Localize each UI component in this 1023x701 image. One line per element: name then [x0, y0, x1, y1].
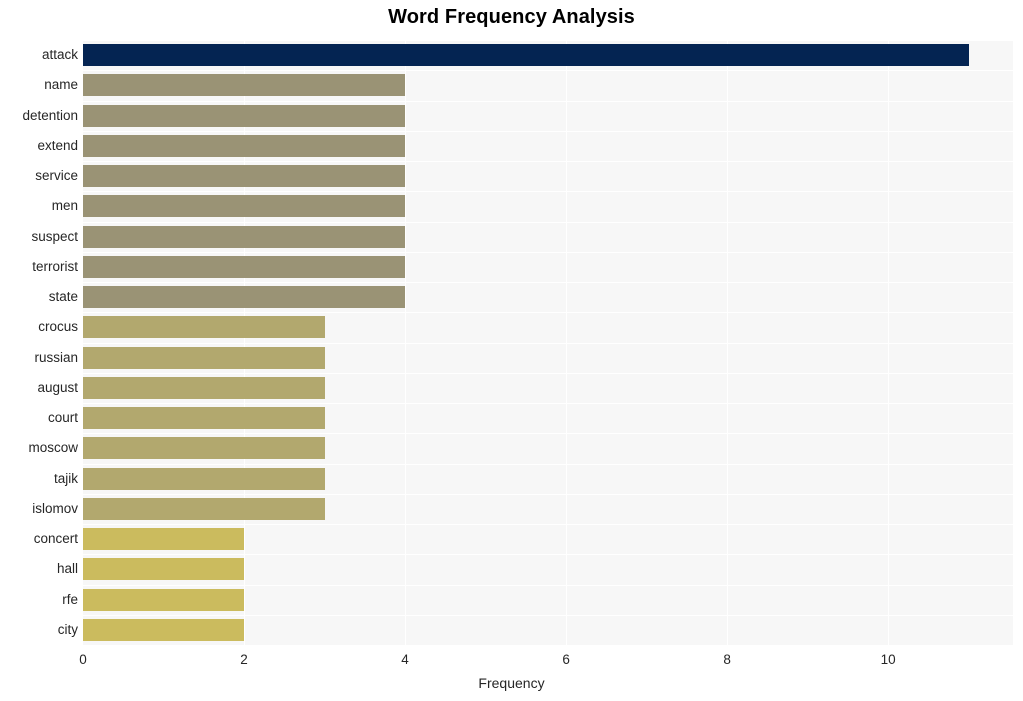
bar[interactable]	[83, 286, 406, 309]
bar[interactable]	[83, 346, 325, 369]
bar[interactable]	[83, 134, 406, 157]
gridline-horizontal	[83, 161, 1013, 162]
bar[interactable]	[83, 195, 406, 218]
y-axis-tick-label: islomov	[32, 500, 78, 516]
bar[interactable]	[83, 558, 245, 581]
bar[interactable]	[83, 376, 325, 399]
y-axis-tick-label: russian	[34, 349, 78, 365]
gridline-horizontal	[83, 252, 1013, 253]
gridline-horizontal	[83, 433, 1013, 434]
y-axis-tick-label: name	[44, 77, 78, 93]
gridline-horizontal	[83, 101, 1013, 102]
gridline-horizontal	[83, 131, 1013, 132]
chart-title: Word Frequency Analysis	[388, 6, 635, 28]
bar[interactable]	[83, 588, 245, 611]
bar[interactable]	[83, 74, 406, 97]
y-axis-tick-label: tajik	[53, 470, 78, 486]
x-axis-tick-label: 2	[240, 652, 248, 667]
bar[interactable]	[83, 316, 325, 339]
gridline-horizontal	[83, 40, 1013, 41]
gridline-horizontal	[83, 554, 1013, 555]
gridline-horizontal	[83, 312, 1013, 313]
y-axis-tick-label: terrorist	[32, 258, 78, 274]
y-axis-tick-label: suspect	[31, 228, 78, 244]
y-axis-tick-labels: attack name detention extend service men suspe…	[0, 40, 78, 645]
bar[interactable]	[83, 255, 406, 278]
x-axis-tick-label: 6	[562, 652, 570, 667]
y-axis-tick-label: rfe	[62, 591, 78, 607]
y-axis-tick-label: concert	[33, 531, 78, 547]
x-axis-tick-labels: 0 2 4 6 8 10	[0, 652, 1023, 672]
bar[interactable]	[83, 467, 325, 490]
y-axis-tick-label: court	[47, 410, 78, 426]
bar[interactable]	[83, 225, 406, 248]
y-axis-tick-label: extend	[37, 137, 78, 153]
y-axis-tick-label: august	[37, 379, 78, 395]
y-axis-tick-label: state	[48, 289, 78, 305]
gridline-horizontal	[83, 373, 1013, 374]
y-axis-tick-label: city	[57, 621, 78, 637]
bar[interactable]	[83, 497, 325, 520]
y-axis-tick-label: detention	[22, 107, 78, 123]
y-axis-tick-label: crocus	[38, 319, 78, 335]
y-axis-tick-label: hall	[56, 561, 78, 577]
gridline-horizontal	[83, 282, 1013, 283]
gridline-horizontal	[83, 464, 1013, 465]
bar[interactable]	[83, 44, 969, 67]
y-axis-tick-label: men	[51, 198, 78, 214]
y-axis-tick-label: service	[35, 168, 78, 184]
gridline-horizontal	[83, 645, 1013, 646]
bar[interactable]	[83, 104, 406, 127]
gridline-horizontal	[83, 70, 1013, 71]
y-axis-tick-label: moscow	[28, 440, 78, 456]
bar[interactable]	[83, 407, 325, 430]
gridline-horizontal	[83, 615, 1013, 616]
gridline-horizontal	[83, 343, 1013, 344]
bar[interactable]	[83, 618, 245, 641]
gridline-horizontal	[83, 403, 1013, 404]
gridline-horizontal	[83, 191, 1013, 192]
gridline-horizontal	[83, 524, 1013, 525]
x-axis-tick-label: 10	[880, 652, 896, 667]
x-axis-label: Frequency	[478, 675, 545, 691]
gridline-horizontal	[83, 585, 1013, 586]
plot-area	[83, 40, 1013, 646]
bar[interactable]	[83, 437, 325, 460]
bar[interactable]	[83, 165, 406, 188]
x-axis-tick-label: 8	[723, 652, 731, 667]
x-axis-tick-label: 0	[79, 652, 87, 667]
y-axis-tick-label: attack	[41, 47, 78, 63]
bar[interactable]	[83, 528, 245, 551]
word-frequency-chart-figure: Word Frequency Analysis attack name detent…	[0, 0, 1023, 701]
gridline-horizontal	[83, 494, 1013, 495]
gridline-horizontal	[83, 222, 1013, 223]
x-axis-tick-label: 4	[401, 652, 409, 667]
